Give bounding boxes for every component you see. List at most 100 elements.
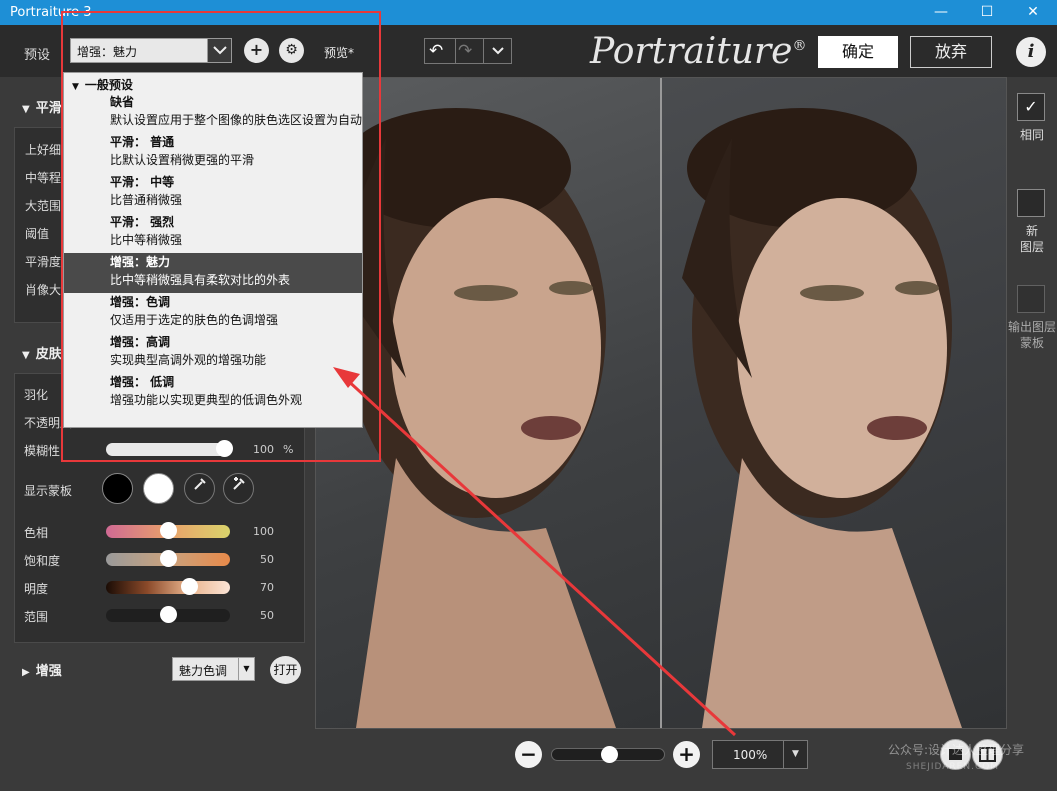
color-slider[interactable] bbox=[106, 550, 230, 567]
feather-label: 羽化 bbox=[24, 388, 49, 402]
history-dropdown-icon[interactable] bbox=[485, 39, 511, 63]
preset-item-name: 增强：魅力 bbox=[110, 255, 171, 269]
redo-icon[interactable]: ↷ bbox=[458, 41, 472, 61]
preset-item-description: 实现典型高调外观的增强功能 bbox=[110, 353, 267, 367]
chevron-down-icon[interactable]: ▼ bbox=[783, 741, 807, 768]
preset-value: 增强：魅力 bbox=[77, 45, 138, 59]
preset-label: 预设 bbox=[24, 48, 51, 63]
preset-menu-item[interactable]: 平滑： 强烈 比中等稍微强 bbox=[64, 213, 362, 253]
preset-dropdown-menu[interactable]: ▼ 一般预设 缺省 默认设置应用于整个图像的肤色选区设置为自动平滑： 普通比默认设置… bbox=[63, 72, 363, 428]
output-mask-label: 输出图层 蒙板 bbox=[1007, 320, 1056, 350]
gear-icon[interactable]: ⚙ bbox=[279, 38, 304, 63]
preset-menu-item[interactable]: 平滑： 普通比默认设置稍微更强的平滑 bbox=[64, 133, 362, 173]
zoom-level-select[interactable]: 100% ▼ bbox=[712, 740, 808, 769]
ok-button[interactable]: 确定 bbox=[818, 36, 898, 68]
preset-item-name: 增强： 低调 bbox=[110, 375, 175, 389]
preset-item-description: 比默认设置稍微更强的平滑 bbox=[110, 153, 255, 167]
eyedropper-icon[interactable] bbox=[184, 473, 215, 504]
color-slider-value: 100 bbox=[253, 525, 274, 538]
image-preview-area[interactable] bbox=[315, 77, 1007, 729]
enhance-open-button[interactable]: 打开 bbox=[270, 656, 301, 684]
fuzziness-value: 100 bbox=[253, 443, 274, 456]
preset-item-name: 增强：高调 bbox=[110, 335, 171, 349]
separator bbox=[455, 39, 456, 63]
history-controls: ↶ ↷ bbox=[424, 38, 512, 64]
output-options-bar: ✓ 相同 新 图层 输出图层 蒙板 bbox=[1007, 77, 1057, 791]
slider-knob[interactable] bbox=[160, 550, 177, 567]
color-slider-label: 明度 bbox=[24, 582, 49, 596]
maximize-button[interactable]: ☐ bbox=[964, 2, 1010, 23]
preview-label[interactable]: 预览* bbox=[324, 44, 354, 61]
mask-color-black-swatch[interactable] bbox=[102, 473, 133, 504]
enhance-section-header[interactable]: ▶ 增强 bbox=[22, 660, 62, 679]
cancel-button[interactable]: 放弃 bbox=[910, 36, 992, 68]
chevron-down-icon[interactable] bbox=[207, 39, 231, 62]
zoom-level-value: 100% bbox=[733, 748, 768, 762]
preset-menu-item[interactable]: 增强：高调实现典型高调外观的增强功能 bbox=[64, 333, 362, 373]
minimize-button[interactable]: — bbox=[918, 2, 964, 23]
preset-group-header[interactable]: ▼ 一般预设 bbox=[72, 76, 133, 93]
preset-select[interactable]: 增强：魅力 bbox=[70, 38, 232, 63]
color-slider-label: 范围 bbox=[24, 610, 49, 624]
chevron-down-icon[interactable]: ▼ bbox=[238, 658, 254, 680]
fuzziness-slider[interactable] bbox=[106, 440, 233, 457]
mask-color-white-swatch[interactable] bbox=[143, 473, 174, 504]
close-button[interactable]: ✕ bbox=[1010, 2, 1056, 23]
portraiture-logo: Portraiture® 3 bbox=[590, 31, 837, 72]
preset-item-name: 平滑： 中等 bbox=[110, 175, 175, 189]
smooth-section-header[interactable]: ▼ 平滑 bbox=[22, 97, 62, 116]
preset-menu-item[interactable]: 增强：色调仅适用于选定的肤色的色调增强 bbox=[64, 293, 362, 333]
preset-item-description: 比中等稍微强 bbox=[110, 233, 183, 247]
collapse-triangle-icon: ▼ bbox=[22, 350, 30, 361]
preset-item-description: 增强功能以实现更典型的低调色外观 bbox=[110, 393, 303, 407]
color-slider-label: 色相 bbox=[24, 526, 49, 540]
watermark-text: 公众号:设计达人整理分享 bbox=[888, 743, 1025, 757]
watermark-url: SHEJIDAREN.COM bbox=[906, 762, 1000, 772]
smooth-row-label: 平滑度 bbox=[25, 255, 62, 269]
slider-knob[interactable] bbox=[181, 578, 199, 595]
preset-item-description: 比普通稍微强 bbox=[110, 193, 183, 207]
preset-item-description: 仅适用于选定的肤色的色调增强 bbox=[110, 313, 279, 327]
preset-menu-item[interactable]: 缺省 默认设置应用于整个图像的肤色选区设置为自动 bbox=[64, 93, 362, 133]
color-slider-label: 饱和度 bbox=[24, 554, 61, 568]
show-mask-label: 显示蒙板 bbox=[24, 484, 73, 498]
fuzziness-unit: % bbox=[283, 443, 294, 456]
enhance-preset-value: 魅力色调 bbox=[179, 664, 228, 678]
title-bar: Portraiture 3 — ☐ ✕ bbox=[0, 0, 1057, 25]
enhance-preset-select[interactable]: 魅力色调 ▼ bbox=[172, 657, 255, 681]
slider-knob[interactable] bbox=[215, 440, 233, 457]
color-slider-value: 50 bbox=[260, 609, 274, 622]
skin-section-header[interactable]: ▼ 皮肤 bbox=[22, 343, 62, 362]
preset-item-name: 增强：色调 bbox=[110, 295, 171, 309]
output-mask-checkbox[interactable] bbox=[1017, 285, 1045, 313]
same-checkbox[interactable]: ✓ bbox=[1017, 93, 1045, 121]
retouched-photo bbox=[662, 78, 1006, 728]
info-icon[interactable]: i bbox=[1016, 37, 1046, 67]
expand-triangle-icon: ▶ bbox=[22, 667, 30, 678]
zoom-in-button[interactable]: + bbox=[673, 741, 700, 768]
preset-item-description: 默认设置应用于整个图像的肤色选区设置为自动 bbox=[110, 113, 363, 127]
new-layer-checkbox[interactable] bbox=[1017, 189, 1045, 217]
preset-menu-item[interactable]: 增强：魅力 比中等稍微强具有柔软对比的外表 bbox=[64, 253, 362, 293]
slider-knob[interactable] bbox=[160, 606, 177, 623]
add-preset-button[interactable]: + bbox=[244, 38, 269, 63]
preset-item-name: 平滑： 普通 bbox=[110, 135, 175, 149]
zoom-out-button[interactable]: − bbox=[515, 741, 542, 768]
slider-knob[interactable] bbox=[160, 522, 177, 539]
preset-menu-item[interactable]: 增强： 低调增强功能以实现更典型的低调色外观 bbox=[64, 373, 362, 413]
fuzziness-label: 模糊性 bbox=[24, 444, 61, 458]
color-slider[interactable] bbox=[106, 522, 230, 539]
zoom-slider[interactable] bbox=[551, 746, 665, 763]
window-title: Portraiture 3 bbox=[10, 5, 92, 20]
color-slider[interactable] bbox=[106, 578, 230, 595]
color-slider-value: 70 bbox=[260, 581, 274, 594]
preset-menu-item[interactable]: 平滑： 中等 比普通稍微强 bbox=[64, 173, 362, 213]
slider-knob[interactable] bbox=[601, 746, 618, 763]
eyedropper-add-icon[interactable] bbox=[223, 473, 254, 504]
original-photo bbox=[316, 78, 660, 728]
undo-icon[interactable]: ↶ bbox=[429, 41, 443, 61]
zoom-bar: − + 100% ▼ 公众号:设计达人整理分享 SHEJIDAREN.COM bbox=[315, 729, 1057, 791]
smooth-row-label: 阈值 bbox=[25, 227, 50, 241]
color-slider[interactable] bbox=[106, 606, 230, 623]
collapse-triangle-icon: ▼ bbox=[22, 104, 30, 115]
